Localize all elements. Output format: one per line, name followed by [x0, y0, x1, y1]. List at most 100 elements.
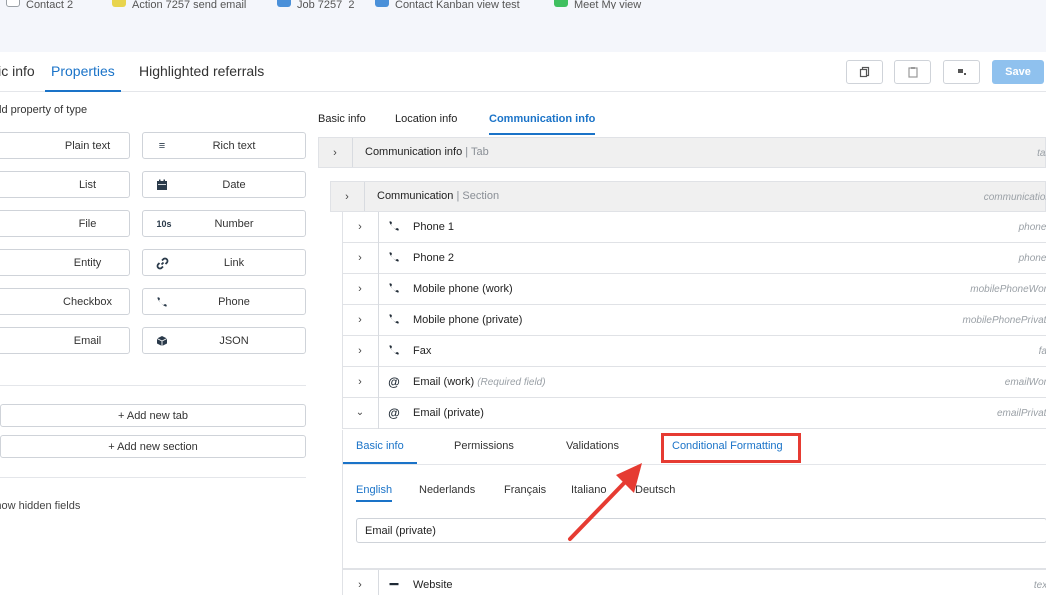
section-row-key: communication — [983, 192, 1046, 203]
field-name: Email (work) — [413, 376, 475, 388]
save-button[interactable]: Save — [992, 60, 1044, 84]
label-input[interactable]: Email (private) — [356, 518, 1046, 543]
type-list-button[interactable]: List — [0, 171, 130, 198]
view-icon — [554, 0, 568, 7]
phone-icon — [387, 313, 401, 327]
field-row[interactable]: › Website text — [342, 569, 1046, 595]
type-label: JSON — [219, 334, 249, 347]
divider — [0, 385, 306, 386]
add-property-title: Add property of type — [0, 104, 88, 116]
type-date-button[interactable]: Date — [142, 171, 306, 198]
phone-icon — [387, 220, 401, 234]
chevron-right-icon[interactable]: › — [355, 252, 365, 264]
chevron-right-icon[interactable]: › — [355, 221, 365, 233]
chevron-right-icon[interactable]: › — [342, 191, 352, 203]
add-new-section-button[interactable]: + Add new section — [0, 435, 306, 458]
type-label: Entity — [73, 256, 102, 269]
top-bar: Contact 2 Action 7257 send email Job 725… — [0, 0, 1046, 52]
section-row-kind: | Section — [456, 190, 500, 202]
lang-tab-francais[interactable]: Français — [504, 484, 546, 502]
phone-icon — [387, 344, 401, 358]
type-label: Link — [223, 256, 245, 269]
field-label: Phone 2 — [413, 252, 454, 264]
type-label: Rich text — [212, 139, 256, 152]
chevron-down-icon[interactable]: ⌄ — [355, 407, 365, 418]
type-number-button[interactable]: 10s Number — [142, 210, 306, 237]
field-key: mobilePhonePrivate — [962, 315, 1046, 326]
divider — [378, 570, 379, 595]
type-phone-button[interactable]: Phone — [142, 288, 306, 315]
top-tab-meet[interactable]: Meet My view — [554, 0, 664, 9]
tab-row-label: Communication info | Tab — [365, 146, 489, 158]
divider — [378, 212, 379, 243]
panel-tab-permissions[interactable]: Permissions — [454, 440, 514, 464]
show-hidden-fields-toggle[interactable]: Show hidden fields — [0, 500, 80, 512]
top-tab-action[interactable]: Action 7257 send email — [112, 0, 262, 9]
field-key: fax — [1038, 346, 1046, 357]
type-label: List — [78, 178, 97, 191]
tab-highlighted-referrals[interactable]: Highlighted referrals — [139, 62, 264, 92]
format-icon — [957, 69, 966, 75]
type-label: Checkbox — [63, 295, 112, 308]
type-json-button[interactable]: JSON — [142, 327, 306, 354]
chevron-right-icon[interactable]: › — [355, 314, 365, 326]
field-label: Website — [413, 579, 453, 591]
type-entity-button[interactable]: Entity — [0, 249, 130, 276]
field-row[interactable]: › Mobile phone (private) mobilePhonePriv… — [342, 305, 1046, 336]
type-label: Plain text — [64, 139, 111, 152]
field-label: Email (work) (Required field) — [413, 376, 546, 388]
format-button[interactable] — [943, 60, 980, 84]
paste-button[interactable] — [894, 60, 931, 84]
field-key: phone1 — [1018, 222, 1046, 233]
copy-button[interactable] — [846, 60, 883, 84]
field-row[interactable]: › @ Email (work) (Required field) emailW… — [342, 367, 1046, 398]
top-tab-job[interactable]: Job 7257_2 — [277, 0, 361, 9]
top-tab-label: Meet My view — [574, 0, 642, 9]
chevron-right-icon[interactable]: › — [355, 345, 365, 357]
type-checkbox-button[interactable]: Checkbox — [0, 288, 130, 315]
type-label: Date — [222, 178, 246, 191]
section-row-communication[interactable]: › Communication | Section communication — [330, 181, 1046, 212]
field-row-expanded[interactable]: ⌄ @ Email (private) emailPrivate — [342, 398, 1046, 429]
type-link-button[interactable]: Link — [142, 249, 306, 276]
divider — [378, 336, 379, 367]
type-email-button[interactable]: Email — [0, 327, 130, 354]
add-new-tab-button[interactable]: + Add new tab — [0, 404, 306, 427]
field-key: mobilePhoneWork — [970, 284, 1046, 295]
type-file-button[interactable]: File — [0, 210, 130, 237]
kanban-icon — [375, 0, 389, 7]
field-row[interactable]: › Fax fax — [342, 336, 1046, 367]
clipboard-icon — [907, 67, 918, 78]
field-label: Phone 1 — [413, 221, 454, 233]
subtab-basic-info[interactable]: Basic info — [318, 113, 366, 135]
section-row-label: Communication | Section — [377, 190, 499, 202]
tab-basic-info[interactable]: Basic info — [0, 62, 35, 92]
at-icon: @ — [388, 375, 400, 389]
subtab-communication-info[interactable]: Communication info — [489, 113, 596, 135]
chevron-right-icon[interactable]: › — [355, 376, 365, 388]
panel-tab-basic-info[interactable]: Basic info — [343, 440, 417, 464]
lang-tab-english[interactable]: English — [356, 484, 393, 502]
top-tab-kanban[interactable]: Contact Kanban view test — [375, 0, 540, 9]
tab-row-key: tab — [1037, 148, 1046, 159]
subtab-location-info[interactable]: Location info — [395, 113, 457, 135]
tab-row-communication-info[interactable]: › Communication info | Tab tab — [318, 137, 1046, 168]
type-plain-text-button[interactable]: Plain text — [0, 132, 130, 159]
type-rich-text-button[interactable]: ≡ Rich text — [142, 132, 306, 159]
field-label: Email (private) — [413, 407, 484, 419]
chevron-right-icon[interactable]: › — [355, 283, 365, 295]
minus-icon — [387, 578, 401, 592]
field-row[interactable]: › Phone 2 phone2 — [342, 243, 1046, 274]
top-tab-contact-2[interactable]: Contact 2 — [6, 0, 96, 9]
field-row[interactable]: › Mobile phone (work) mobilePhoneWork — [342, 274, 1046, 305]
field-key: emailWork — [1004, 377, 1046, 388]
top-tab-label: Contact 2 — [26, 0, 74, 9]
field-row[interactable]: › Phone 1 phone1 — [342, 212, 1046, 243]
tab-properties[interactable]: Properties — [45, 62, 121, 92]
type-label: Email — [73, 334, 102, 347]
chevron-right-icon[interactable]: › — [330, 147, 340, 159]
chevron-right-icon[interactable]: › — [355, 579, 365, 591]
divider — [378, 243, 379, 274]
lang-tab-nederlands[interactable]: Nederlands — [419, 484, 475, 502]
divider — [343, 464, 1046, 465]
